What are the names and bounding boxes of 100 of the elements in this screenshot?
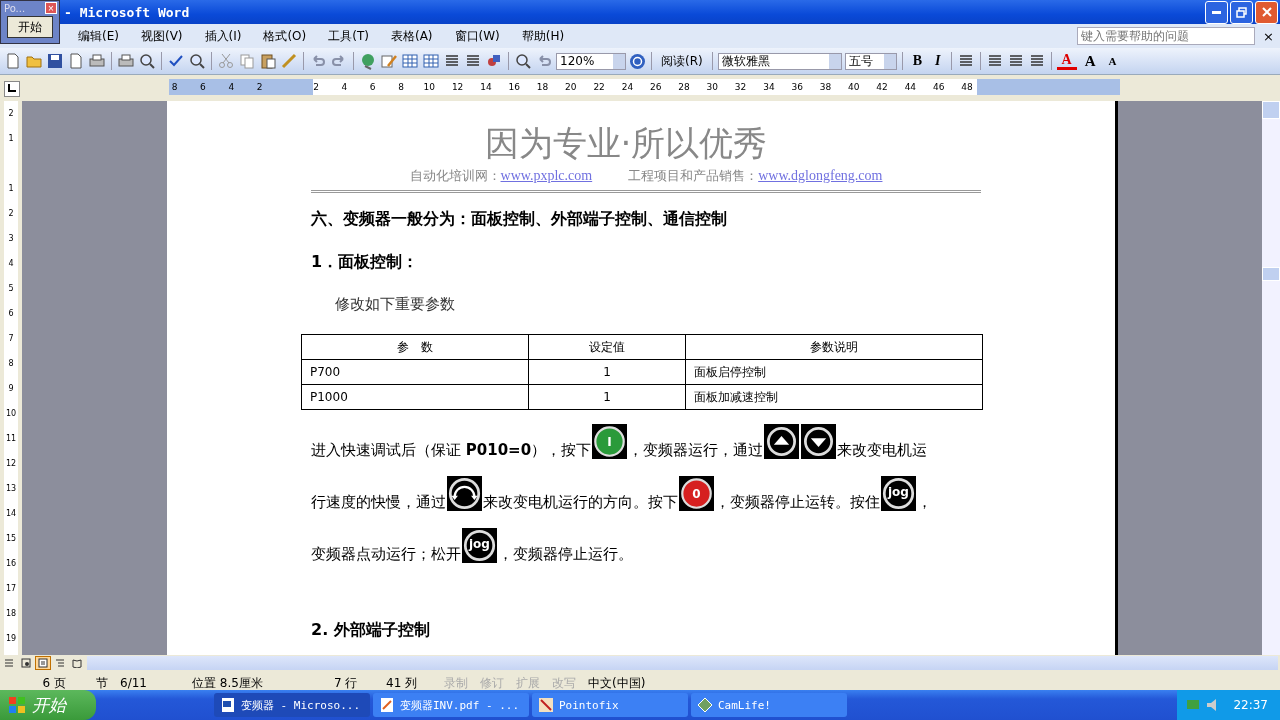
ruler-number: 2 [312,81,320,94]
font-dropdown[interactable]: 微软雅黑 [717,52,842,70]
menu-item[interactable]: 表格(A) [382,27,441,45]
table-cell: 面板加减速控制 [685,384,983,410]
table-cell: 1 [528,384,686,410]
ruler-number: 24 [620,81,635,94]
excel-sheet-icon[interactable] [422,52,440,70]
ruler-number: 36 [790,81,804,94]
taskbar-button[interactable]: CamLife! [691,693,847,717]
ruler-number: 2 [7,208,15,220]
body-text: ，变频器运行，通过 [628,441,764,459]
ruler-number: 4 [227,81,236,94]
ruler-number: 1 [7,133,15,145]
section-heading: 1．面板控制： [311,252,420,273]
shrink-font-button[interactable]: A [1103,55,1122,67]
menu-item[interactable]: 插入(I) [196,27,250,45]
start-button[interactable]: 开始 [7,16,53,38]
table-cell: P700 [301,359,529,385]
web-view-icon[interactable] [18,656,34,670]
website-link[interactable]: www.dglongfeng.com [758,168,883,183]
zoom-dropdown[interactable]: 120% [556,52,626,70]
close-button[interactable] [1255,0,1278,24]
table-cell: 1 [528,359,686,385]
ruler-number: 15 [4,533,18,545]
print-icon[interactable] [117,52,135,70]
ruler-number: 4 [7,258,15,270]
grow-font-button[interactable]: A [1079,52,1101,70]
ruler-number: 16 [507,81,521,94]
reading-view-icon[interactable] [69,656,85,670]
language-label: 中文(中国) [587,674,647,692]
body-text: ， [917,493,932,511]
ruler-number: 38 [818,81,833,94]
tab-selector-button[interactable] [4,81,20,97]
ruler-number: 48 [960,81,974,94]
ruler-number: 6 [7,308,15,320]
jog-key-icon: jog [462,528,497,563]
menu-item[interactable]: 视图(V) [132,27,191,45]
bold-button[interactable]: B [907,53,928,69]
website-link[interactable]: www.pxplc.com [500,168,593,183]
ruler-number: 18 [535,81,550,94]
header-title: 因为专业·所以优秀 [483,123,769,163]
format-painter-icon[interactable] [280,52,298,70]
print-view-icon[interactable] [35,656,51,670]
read-button[interactable]: 阅读(R) [657,52,707,70]
ruler-number: 2 [255,81,264,94]
page-count: 6/11 [119,676,148,690]
taskbar-button[interactable]: 变频器INV.pdf - ... [373,693,529,717]
line-label: 7 行 [333,674,359,692]
menu-item[interactable]: 编辑(E) [70,27,127,45]
minimize-button[interactable] [1205,0,1228,24]
body-text: 进入快速调试后（保证 P010=0），按下 [311,441,592,459]
column-header: 参 数 [301,334,529,360]
table-cell: 面板启停控制 [685,359,983,385]
ruler-number: 1 [7,183,15,195]
ruler-number: 2 [7,108,15,120]
insert-table-icon[interactable] [401,52,419,70]
ruler-number: 4 [340,81,349,94]
taskbar-button[interactable]: 变频器 - Microso... [214,693,370,717]
italic-button[interactable]: I [930,53,946,69]
body-text: 行速度的快慢，通过 [311,493,446,511]
font-color-button[interactable]: A [1056,52,1077,70]
help-search-field[interactable]: 键入需要帮助的问题 [1077,27,1256,45]
restore-icon [1236,6,1247,18]
taskbar-button[interactable]: Pointofix [532,693,688,717]
ruler-number: 5 [7,283,15,295]
paste-icon[interactable] [259,52,277,70]
menu-item[interactable]: 格式(O) [255,27,315,45]
font-size-dropdown[interactable]: 五号 [844,52,897,70]
print-preview-icon[interactable] [138,52,156,70]
menu-item[interactable]: 窗口(W) [446,27,508,45]
page-number: 6 页 [41,674,67,692]
new-document-icon[interactable] [4,52,22,70]
menu-item[interactable]: 工具(T) [320,27,377,45]
body-text: 变频器点动运行；松开 [311,545,461,563]
close-document-button[interactable]: × [1263,28,1274,44]
minimize-icon [1212,10,1221,14]
ruler-number: 40 [847,81,861,94]
close-button[interactable]: × [45,2,57,14]
ruler-number: 9 [7,383,15,395]
up-arrow-key-icon [764,424,800,459]
ruler-number: 12 [450,81,465,94]
ruler-number: 42 [875,81,889,94]
menu-item[interactable]: 帮助(H) [513,27,573,45]
restore-button[interactable] [1230,0,1253,24]
ruler-number: 14 [479,81,493,94]
column-label: 41 列 [385,674,419,692]
tables-borders-icon[interactable] [380,52,398,70]
help-icon[interactable] [629,52,646,70]
save-icon[interactable] [46,52,64,70]
header-text: 工程项目和产品销售： [628,168,759,183]
print-icon[interactable] [88,52,106,70]
ruler-number: 19 [4,633,18,645]
body-text: 来改变电机运 [837,441,928,459]
section-heading: 2. 外部端子控制 [311,620,431,641]
stop-key-icon: 0 [679,476,714,511]
position-label: 位置 8.5厘米 [191,674,264,692]
document-icon [220,697,236,713]
ruler-number: 17 [4,583,18,595]
ruler-number: 13 [4,483,18,495]
ruler-number: 8 [7,358,15,370]
